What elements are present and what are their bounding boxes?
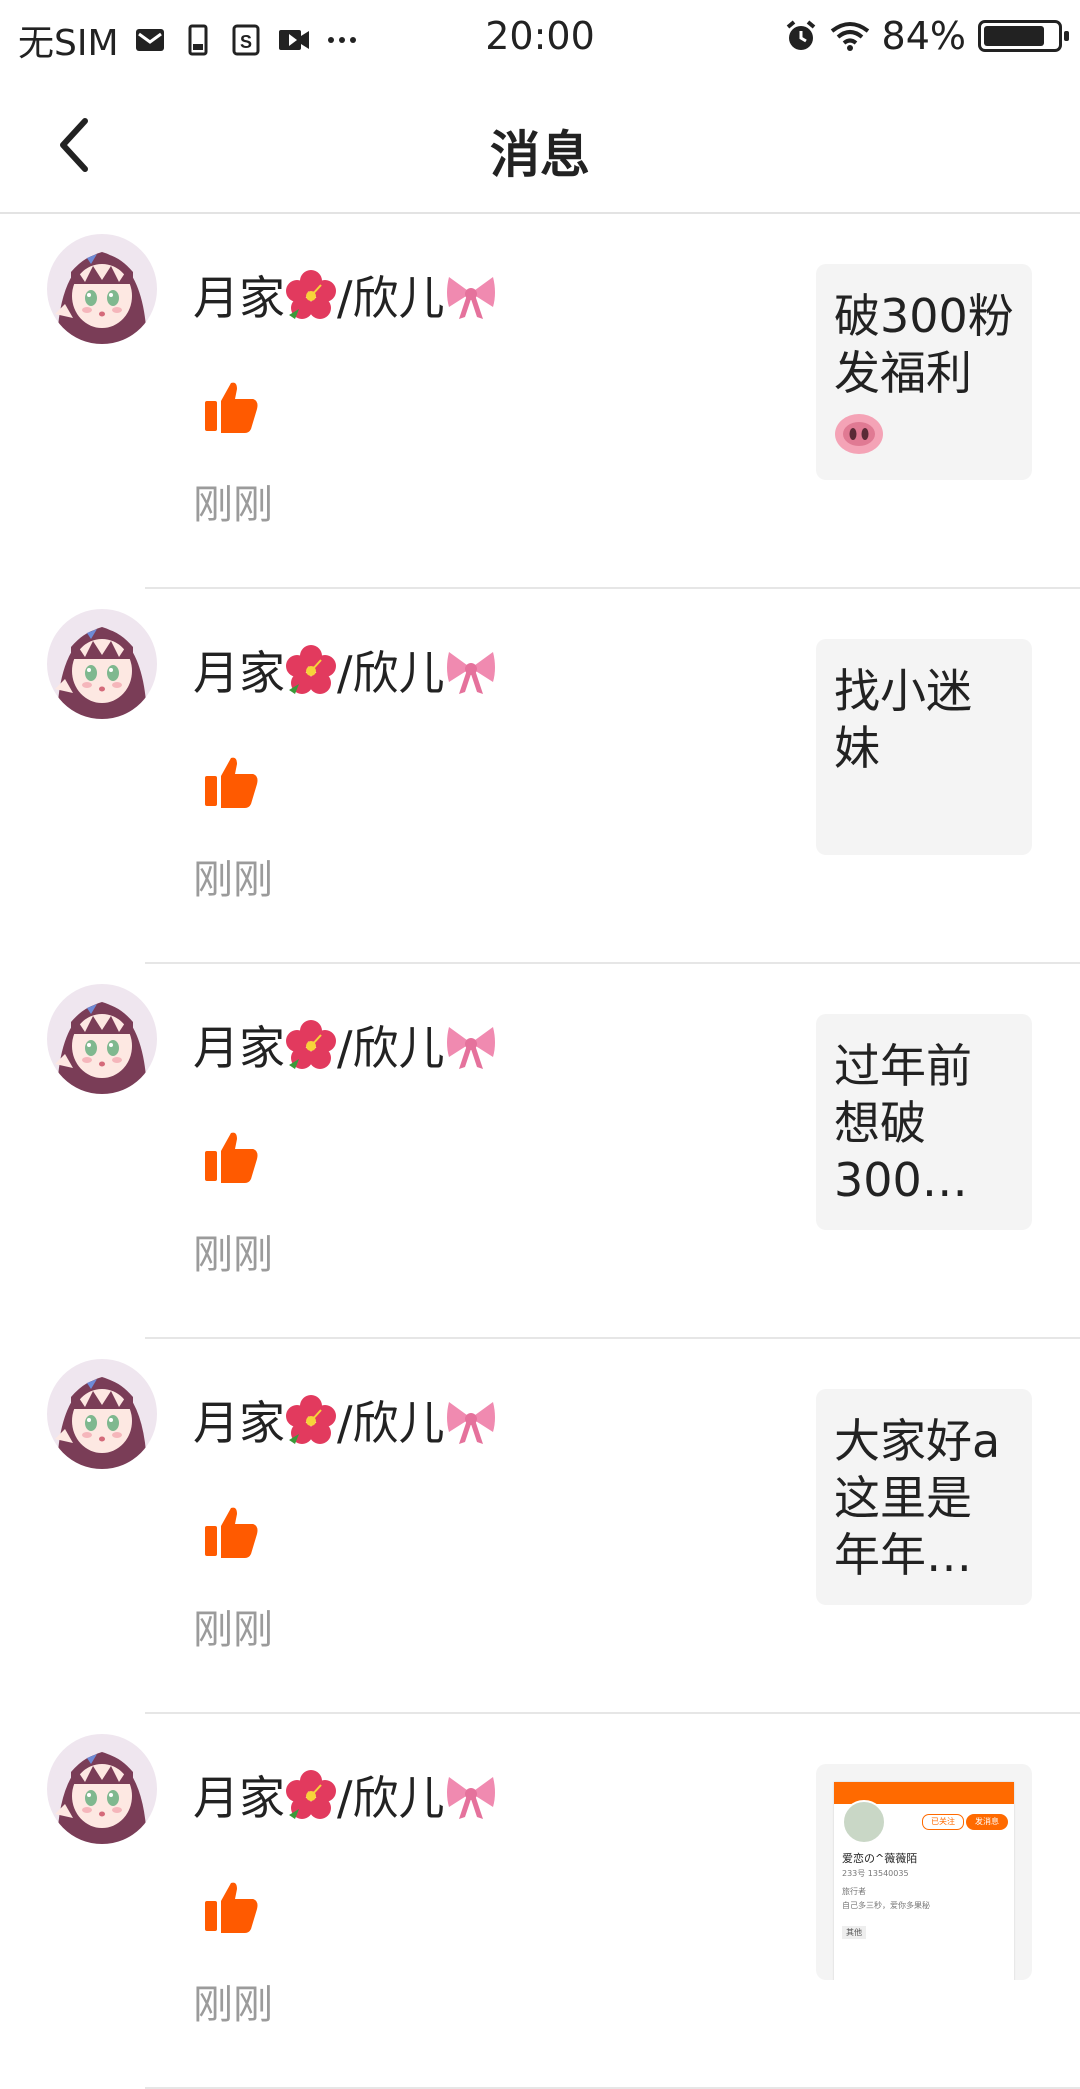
username-part-2: /欣儿 [337,1021,445,1075]
ribbon-bow-icon [446,652,495,694]
ribbon-bow-icon [446,1777,495,1819]
list-item[interactable]: 月家 /欣儿 刚刚 [0,589,1080,964]
username-part-1: 月家 [193,271,285,325]
screenshot-image: 已关注 发消息爱恋の^薇薇陌 233号 13540035 旅行者自己多三秒，爱你多果秘… [834,1782,1014,1980]
hibiscus-icon [286,1020,336,1069]
username-part-2: /欣儿 [337,1771,445,1825]
username-part-1: 月家 [193,1771,285,1825]
status-right: 84% [784,14,1069,58]
battery-level-fill [984,26,1045,46]
username[interactable]: 月家 /欣儿 [193,1012,497,1078]
username[interactable]: 月家 /欣儿 [193,262,497,328]
hibiscus-icon [286,270,336,319]
hibiscus-icon [286,1770,336,1819]
username[interactable]: 月家 /欣儿 [193,637,497,703]
screenshot-follow-label: 已关注 [922,1814,964,1830]
timestamp: 刚刚 [193,1607,273,1653]
status-bar: 无SIM S 20:00 84% [0,0,1080,75]
screenshot-avatar [842,1800,886,1844]
anime-girl-avatar-icon [47,609,157,719]
post-preview-screenshot[interactable]: 已关注 发消息爱恋の^薇薇陌 233号 13540035 旅行者自己多三秒，爱你多果秘… [816,1764,1032,1980]
screenshot-name: 爱恋の^薇薇陌 [842,1852,918,1865]
pig-nose-icon [835,413,883,454]
screenshot-tag: 其他 [842,1926,866,1939]
anime-girl-avatar-icon [47,984,157,1094]
avatar[interactable] [47,1734,157,1844]
screenshot-line: 自己多三秒，爱你多果秘 [842,1901,930,1910]
avatar[interactable] [47,234,157,344]
thumbs-up-icon [205,1132,258,1183]
post-preview-card[interactable]: 破300粉发福利 [816,264,1032,480]
username[interactable]: 月家 /欣儿 [193,1762,497,1828]
battery-icon [978,20,1069,52]
ribbon-bow-icon [446,1402,495,1444]
list-item[interactable]: 月家 /欣儿 刚刚 [0,214,1080,589]
list-item[interactable]: 月家 /欣儿 刚刚 [0,1339,1080,1714]
nav-bar: 消息 [0,75,1080,214]
timestamp: 刚刚 [193,1982,273,2028]
alarm-clock-icon [786,20,815,50]
screenshot-line: 233号 13540035 [842,1869,909,1878]
post-preview-card[interactable]: 大家好a这里是年年… [816,1389,1032,1605]
thumbs-up-icon [205,382,258,433]
thumbs-up-icon [205,1507,258,1558]
anime-girl-avatar-icon [47,1734,157,1844]
post-preview-text: 过年前想破300… [834,1039,972,1207]
page-title: 消息 [490,126,590,184]
avatar[interactable] [47,1359,157,1469]
avatar[interactable] [47,609,157,719]
avatar[interactable] [47,984,157,1094]
username-part-1: 月家 [193,1021,285,1075]
thumbs-up-icon [205,757,258,808]
screenshot-message-label: 发消息 [966,1814,1008,1830]
ribbon-bow-icon [446,1027,495,1069]
wifi-icon [830,22,869,51]
list-item[interactable]: 月家 /欣儿 刚刚 [0,964,1080,1339]
post-preview-text: 找小迷妹 [834,664,972,775]
ribbon-bow-icon [446,277,495,319]
timestamp: 刚刚 [193,1232,273,1278]
username-part-1: 月家 [193,646,285,700]
message-list[interactable]: 月家 /欣儿 刚刚 破300粉发福利 月家 /欣儿 刚刚 找小迷妹 月家 /欣儿… [0,214,1080,2089]
anime-girl-avatar-icon [47,234,157,344]
list-item[interactable]: 月家 /欣儿 刚刚 [0,1714,1080,2089]
timestamp: 刚刚 [193,482,273,528]
post-preview-text: 大家好a这里是年年… [834,1414,1001,1582]
username-part-2: /欣儿 [337,646,445,700]
post-preview-card[interactable]: 过年前想破300… [816,1014,1032,1230]
battery-percent: 84% [881,14,966,58]
username[interactable]: 月家 /欣儿 [193,1387,497,1453]
thumbs-up-icon [205,1882,258,1933]
username-part-1: 月家 [193,1396,285,1450]
post-preview-text: 破300粉发福利 [834,289,1014,400]
timestamp: 刚刚 [193,857,273,903]
username-part-2: /欣儿 [337,271,445,325]
username-part-2: /欣儿 [337,1396,445,1450]
anime-girl-avatar-icon [47,1359,157,1469]
hibiscus-icon [286,1395,336,1444]
post-preview-card[interactable]: 找小迷妹 [816,639,1032,855]
hibiscus-icon [286,645,336,694]
screenshot-line: 旅行者 [842,1887,866,1896]
